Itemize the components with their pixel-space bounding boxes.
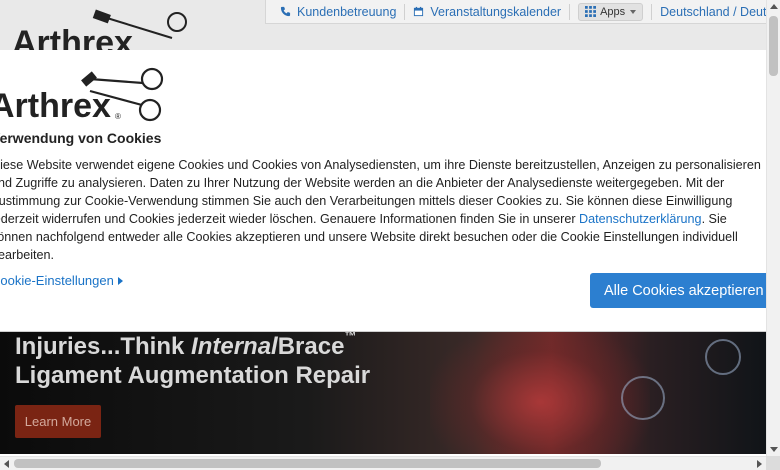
scroll-left-arrow-icon[interactable]: [4, 460, 9, 468]
hero-headline-line2: Ligament Augmentation Repair: [15, 362, 371, 389]
apps-label: Apps: [600, 5, 626, 18]
scrollbar-corner: [766, 456, 780, 470]
modal-body-text: Diese Website verwendet eigene Cookies u…: [0, 156, 766, 264]
utility-bar: Kundenbetreuung Veranstaltungskalender A…: [265, 0, 766, 24]
modal-arthrex-logo: Arthrex ®: [0, 65, 170, 130]
region-selector[interactable]: Deutschland / Deutsch: [652, 5, 766, 19]
cookie-settings-label: Cookie-Einstellungen: [0, 273, 114, 288]
scroll-down-arrow-icon[interactable]: [770, 447, 778, 452]
divider: [569, 3, 571, 20]
grid-icon: [585, 6, 597, 17]
caret-right-icon: [117, 276, 123, 285]
modal-title: Verwendung von Cookies: [0, 130, 162, 146]
horizontal-scroll-thumb[interactable]: [14, 459, 601, 468]
svg-text:®: ®: [115, 112, 121, 121]
phone-icon: [280, 6, 291, 17]
horizontal-scrollbar[interactable]: [0, 456, 766, 470]
page-header: Arthrex Kundenbetreuung Veranstaltungska…: [0, 0, 766, 52]
body-line-text: . Sie: [701, 212, 727, 226]
hero-headline-post: Brace: [277, 333, 345, 360]
calendar-icon: [414, 6, 424, 17]
hero-background-image: [430, 332, 650, 454]
region-label: Deutschland / Deutsch: [660, 4, 766, 19]
customer-service-link[interactable]: Kundenbetreuung: [272, 5, 404, 19]
hero-headline-line1: Injuries...Think InternalBrace™: [15, 332, 357, 361]
hero-decoration-circle: [705, 339, 741, 375]
hero-decoration-circle: [621, 376, 665, 420]
scroll-up-arrow-icon[interactable]: [770, 4, 778, 9]
vertical-scroll-thumb[interactable]: [769, 16, 778, 76]
arthrex-logo-graphic: Arthrex: [12, 9, 187, 52]
body-line: bearbeiten.: [0, 248, 55, 262]
hero-banner: Injuries...Think InternalBrace™ Ligament…: [0, 332, 766, 454]
chevron-down-icon: [630, 9, 637, 14]
body-line: Zustimmung zur Cookie-Verwendung stimmen…: [0, 194, 733, 208]
modal-logo-graphic: Arthrex ®: [0, 67, 164, 125]
event-calendar-link[interactable]: Veranstaltungskalender: [405, 5, 569, 19]
trademark-symbol: ™: [344, 332, 357, 343]
hero-headline-em: Internal: [191, 333, 278, 360]
cookie-consent-modal: Arthrex ® Verwendung von Cookies Diese W…: [0, 50, 767, 332]
body-line: können nachfolgend entweder alle Cookies…: [0, 230, 738, 244]
privacy-policy-link[interactable]: Datenschutzerklärung: [579, 212, 702, 226]
svg-text:Arthrex: Arthrex: [12, 24, 133, 52]
event-calendar-label: Veranstaltungskalender: [430, 4, 562, 19]
vertical-scrollbar[interactable]: [766, 0, 780, 456]
apps-dropdown[interactable]: Apps: [578, 2, 644, 21]
body-line: und Zugriffe zu analysieren. Daten zu Ih…: [0, 176, 725, 190]
scroll-right-arrow-icon[interactable]: [757, 460, 762, 468]
customer-service-label: Kundenbetreuung: [297, 4, 397, 19]
learn-more-button[interactable]: Learn More: [15, 405, 101, 438]
cookie-settings-link[interactable]: Cookie-Einstellungen: [0, 273, 123, 288]
body-line: Diese Website verwendet eigene Cookies u…: [0, 158, 761, 172]
accept-all-cookies-button[interactable]: Alle Cookies akzeptieren: [590, 273, 766, 308]
body-line: jederzeit widerrufen und Cookies jederze…: [0, 210, 766, 228]
arthrex-logo[interactable]: Arthrex: [12, 8, 192, 52]
hero-headline-pre: Injuries...Think: [15, 333, 192, 360]
body-line-text: jederzeit widerrufen und Cookies jederze…: [0, 212, 580, 226]
